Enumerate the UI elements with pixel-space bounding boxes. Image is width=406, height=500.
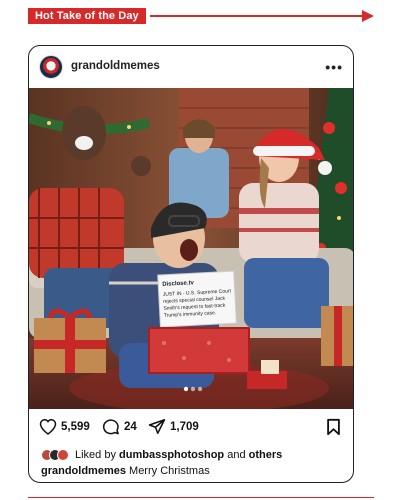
bottom-divider xyxy=(28,497,374,498)
liked-by-prefix: Liked by xyxy=(75,449,116,461)
send-icon[interactable] xyxy=(148,418,166,435)
banner-line xyxy=(150,15,362,17)
liked-by-user[interactable]: dumbassphotoshop xyxy=(119,449,224,461)
liker-avatars xyxy=(41,449,71,461)
post-caption: grandoldmemes Merry Christmas xyxy=(41,465,210,477)
post-header: grandoldmemes ••• xyxy=(29,46,353,88)
bookmark-icon[interactable] xyxy=(326,418,341,441)
liked-by-others[interactable]: others xyxy=(249,449,283,461)
caption-text: Merry Christmas xyxy=(129,465,210,477)
avatar[interactable] xyxy=(57,449,69,461)
liked-by-and: and xyxy=(227,449,246,461)
shares-count: 1,709 xyxy=(170,420,199,433)
arrow-right-icon xyxy=(362,10,374,22)
liked-by-row: Liked by dumbassphotoshop and others xyxy=(41,449,282,461)
more-horizontal-icon[interactable]: ••• xyxy=(325,59,343,75)
likes-count: 5,599 xyxy=(61,420,90,433)
banner-title: Hot Take of the Day xyxy=(28,8,146,24)
comment-action[interactable]: 24 xyxy=(102,418,137,435)
post-username[interactable]: grandoldmemes xyxy=(71,60,160,72)
comment-icon[interactable] xyxy=(102,418,120,435)
heart-icon[interactable] xyxy=(39,418,57,435)
comments-count: 24 xyxy=(124,420,137,433)
like-action[interactable]: 5,599 xyxy=(39,418,90,435)
avatar[interactable] xyxy=(39,55,63,79)
hot-take-banner: Hot Take of the Day xyxy=(28,8,374,26)
post-image[interactable]: Disclose.tv JUST IN - U.S. Supreme Court… xyxy=(29,88,353,409)
instagram-post-card: grandoldmemes ••• Disclose.tv JUST IN - … xyxy=(28,45,354,483)
share-action[interactable]: 1,709 xyxy=(148,418,199,435)
post-actions: 5,599 24 1,709 xyxy=(29,416,353,440)
caption-username[interactable]: grandoldmemes xyxy=(41,465,126,477)
